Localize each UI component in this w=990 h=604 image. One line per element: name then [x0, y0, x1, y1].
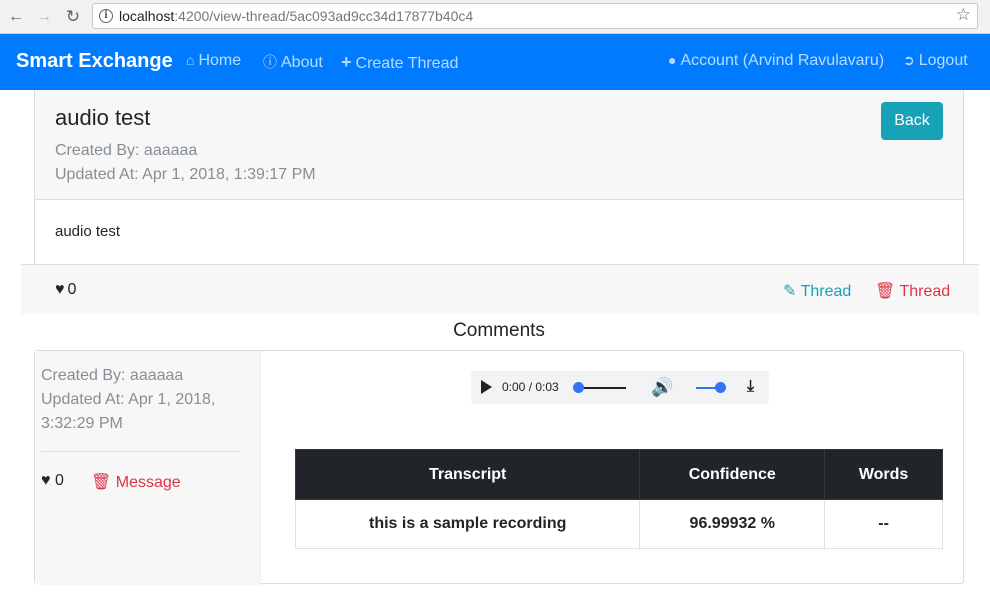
audio-time: 0:00 / 0:03 — [502, 380, 559, 394]
info-icon: ⓘ — [263, 54, 277, 70]
cell-transcript: this is a sample recording — [294, 499, 641, 549]
thread-created-by: Created By: aaaaaa — [55, 142, 198, 159]
comment-like-button[interactable]: ♥ 0 — [41, 472, 64, 490]
url-path: :4200/view-thread/5ac093ad9cc34d17877b40… — [174, 8, 474, 24]
nav-logout-label: Logout — [918, 52, 968, 69]
comment-sidebar: Created By: aaaaaa Updated At: Apr 1, 20… — [35, 351, 261, 585]
comment-created-by: Created By: aaaaaa — [41, 367, 184, 384]
browser-back-icon[interactable]: ← — [4, 5, 28, 29]
nav-logout-link[interactable]: ➲ Logout — [903, 52, 968, 70]
comment-divider — [41, 451, 241, 452]
nav-about-link[interactable]: ⓘ About — [263, 52, 323, 72]
home-icon: ⌂ — [186, 52, 195, 68]
table-header-row: Transcript Confidence Words — [294, 449, 943, 500]
browser-reload-icon[interactable]: ↻ — [61, 5, 85, 29]
edit-thread-label: Thread — [800, 283, 852, 300]
header-transcript: Transcript — [294, 449, 641, 500]
plus-icon: + — [341, 52, 352, 72]
address-bar[interactable]: i localhost:4200/view-thread/5ac093ad9cc… — [92, 3, 978, 29]
nav-create-thread-label: Create Thread — [355, 55, 459, 72]
edit-thread-link[interactable]: ✎ Thread — [783, 281, 851, 301]
nav-about-label: About — [281, 54, 323, 71]
heart-icon: ♥ — [55, 281, 65, 298]
thread-updated-at: Updated At: Apr 1, 2018, 1:39:17 PM — [55, 166, 316, 183]
volume-handle[interactable] — [715, 382, 726, 393]
thread-body: audio test — [55, 223, 121, 240]
audio-player: 0:00 / 0:03 🔊 ⤓ — [471, 371, 769, 404]
url-host: localhost — [119, 8, 175, 24]
comment-card: Created By: aaaaaa Updated At: Apr 1, 20… — [34, 350, 964, 585]
volume-icon[interactable]: 🔊 — [651, 377, 673, 398]
address-bar-text[interactable]: localhost:4200/view-thread/5ac093ad9cc34… — [119, 8, 473, 24]
thread-card-footer: ♥ 0 ✎ Thread 🗑 Thread — [21, 264, 979, 314]
header-confidence: Confidence — [639, 449, 826, 500]
nav-home-link[interactable]: ⌂ Home — [186, 52, 241, 70]
delete-thread-label: Thread — [899, 283, 951, 300]
comment-like-count: 0 — [54, 472, 64, 489]
logout-icon: ➲ — [903, 52, 915, 68]
bookmark-star-icon[interactable]: ☆ — [956, 5, 971, 25]
trash-icon: 🗑 — [875, 283, 900, 300]
browser-forward-icon[interactable]: → — [32, 5, 56, 29]
comment-updated-at: Updated At: Apr 1, 2018, 3:32:29 PM — [41, 391, 216, 432]
site-info-icon[interactable]: i — [99, 9, 113, 23]
transcript-table: Transcript Confidence Words this is a sa… — [294, 449, 943, 549]
trash-icon: 🗑 — [91, 474, 116, 491]
cell-confidence: 96.99932 % — [639, 499, 826, 549]
download-icon[interactable]: ⤓ — [747, 378, 754, 396]
delete-message-label: Message — [115, 474, 181, 491]
browser-toolbar: ← → ↻ i localhost:4200/view-thread/5ac09… — [0, 0, 990, 34]
delete-message-link[interactable]: 🗑 Message — [91, 472, 181, 492]
back-button[interactable]: Back — [881, 102, 943, 140]
thread-like-count: 0 — [67, 281, 77, 298]
heart-icon: ♥ — [41, 472, 55, 489]
cell-words: -- — [824, 499, 943, 549]
thread-like-button[interactable]: ♥ 0 — [55, 281, 76, 299]
play-icon[interactable] — [481, 380, 492, 394]
brand-link[interactable]: Smart Exchange — [16, 50, 173, 73]
comments-heading: Comments — [453, 320, 545, 341]
nav-create-thread-link[interactable]: + Create Thread — [341, 52, 458, 73]
header-words: Words — [824, 449, 943, 500]
delete-thread-link[interactable]: 🗑 Thread — [875, 281, 950, 301]
thread-card: audio test Created By: aaaaaa Updated At… — [21, 90, 979, 314]
thread-card-header: audio test Created By: aaaaaa Updated At… — [35, 90, 963, 200]
app-navbar: Smart Exchange ⌂ Home ⓘ About + Create Thre… — [0, 34, 990, 90]
audio-seek-handle[interactable] — [573, 382, 584, 393]
nav-home-label: Home — [198, 52, 242, 69]
nav-account-label: Account (Arvind Ravulavaru) — [680, 52, 885, 69]
edit-icon: ✎ — [783, 283, 801, 300]
audio-seek-track[interactable] — [577, 387, 626, 389]
nav-account-link[interactable]: ● Account (Arvind Ravulavaru) — [668, 52, 884, 70]
user-icon: ● — [668, 52, 677, 68]
thread-title: audio test — [55, 105, 151, 130]
table-row: this is a sample recording 96.99932 % -- — [294, 499, 943, 549]
